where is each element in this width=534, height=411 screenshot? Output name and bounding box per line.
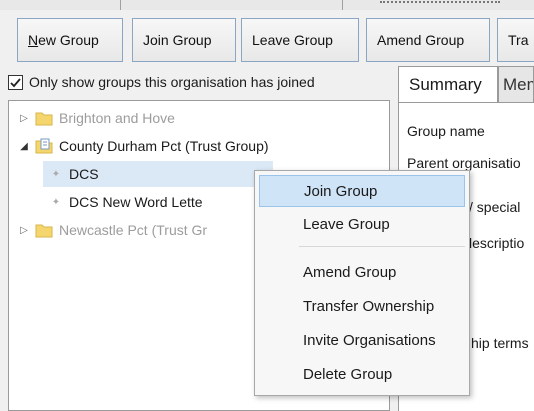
field-membership-terms: hip terms [471,335,529,351]
group-toolbar: New Group Join Group Leave Group Amend G… [0,14,534,64]
tree-node-label: Newcastle Pct (Trust Gr [59,222,208,238]
open-folder-icon [35,137,53,155]
tree-node-label: DCS [69,166,99,182]
collapse-arrow-icon[interactable]: ◢ [17,141,31,152]
mnemonic-letter: N [28,32,39,48]
leave-group-button[interactable]: Leave Group [241,18,359,62]
field-parent-organisation: Parent organisatio [407,155,521,171]
join-group-button[interactable]: Join Group [132,18,236,62]
folder-icon [35,109,53,127]
tree-node-label: DCS New Word Lette [69,194,203,210]
tree-node-label: County Durham Pct (Trust Group) [59,138,269,154]
leaf-bullet-icon: ✦ [51,168,61,180]
tree-node-newcastle[interactable]: ▷ Newcastle Pct (Trust Gr [17,217,207,243]
leaf-bullet-icon: ✦ [51,196,61,208]
checkbox[interactable] [8,74,23,90]
clipped-text [380,1,500,7]
expand-arrow-icon[interactable]: ▷ [17,113,31,124]
context-menu: Join Group Leave Group Amend Group Trans… [254,170,470,396]
button-label: ew Group [38,32,99,48]
joined-filter[interactable]: Only show groups this organisation has j… [8,72,315,92]
tree-node-brighton[interactable]: ▷ Brighton and Hove [17,105,175,131]
window-top-strip [0,0,534,10]
amend-group-button[interactable]: Amend Group [366,18,490,62]
tree-node-dcs[interactable]: ✦ DCS [43,161,273,187]
strip-divider [120,0,121,10]
menu-item-delete-group[interactable]: Delete Group [259,359,465,391]
expand-arrow-icon[interactable]: ▷ [17,225,31,236]
field-description: lescriptio [469,235,525,251]
checkbox-label: Only show groups this organisation has j… [29,74,315,90]
strip-divider [342,0,343,10]
tab-members[interactable]: Mem [498,66,534,102]
tree-node-dcs-newsletter[interactable]: ✦ DCS New Word Lette [49,189,203,215]
new-group-button[interactable]: New Group [17,18,123,62]
field-special: / special [469,199,521,215]
tree-node-county-durham[interactable]: ◢ County Durham Pct (Trust Group) [17,133,269,159]
tree-node-label: Brighton and Hove [59,110,175,126]
menu-separator [299,246,465,247]
menu-item-join-group[interactable]: Join Group [259,175,465,207]
menu-item-amend-group[interactable]: Amend Group [259,257,465,289]
checkmark-icon [10,77,21,87]
field-group-name: Group name [407,123,485,139]
folder-icon [35,221,53,239]
tab-summary[interactable]: Summary [398,66,498,102]
menu-item-leave-group[interactable]: Leave Group [259,209,465,241]
menu-item-invite-organisations[interactable]: Invite Organisations [259,325,465,357]
menu-item-transfer-ownership[interactable]: Transfer Ownership [259,291,465,323]
transfer-button-clipped[interactable]: Tra [497,18,534,62]
